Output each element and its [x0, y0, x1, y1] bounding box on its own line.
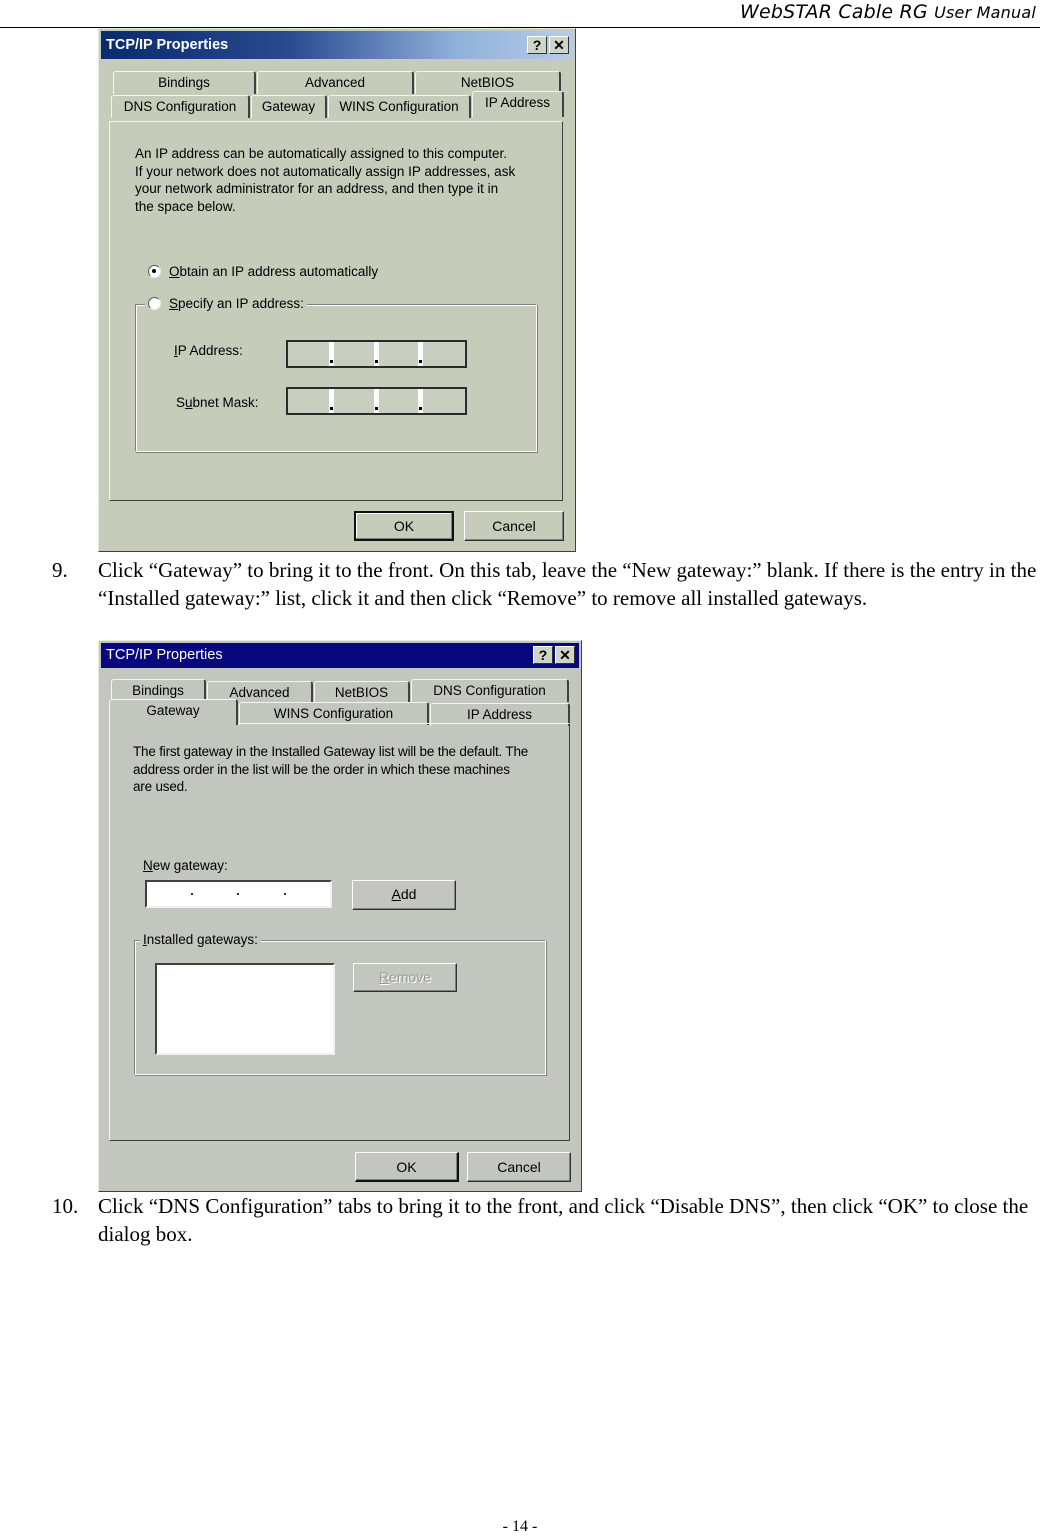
- new-gateway-input[interactable]: [145, 880, 332, 908]
- manual-title-main: WebSTAR Cable RG: [740, 1, 928, 23]
- help-button[interactable]: ?: [527, 36, 547, 54]
- radio-obtain-ip-automatically[interactable]: Obtain an IP address automatically: [148, 264, 378, 279]
- radio-button-unchecked[interactable]: [148, 297, 161, 310]
- ip-description: An IP address can be automatically assig…: [135, 146, 516, 214]
- ok-button[interactable]: OK: [354, 511, 454, 541]
- tab-gateway[interactable]: Gateway: [109, 699, 238, 725]
- ip-octet-separator: [284, 893, 286, 895]
- manual-title: WebSTAR Cable RG User Manual: [740, 1, 1036, 23]
- ip-address-field[interactable]: [286, 340, 467, 368]
- tab-netbios[interactable]: NetBIOS: [314, 681, 410, 704]
- tab-panel-gateway: The first gateway in the Installed Gatew…: [109, 723, 570, 1141]
- radio-specify-ip-address[interactable]: Specify an IP address:: [145, 296, 307, 311]
- help-icon: ?: [538, 647, 548, 663]
- close-button[interactable]: ✕: [555, 646, 575, 664]
- help-icon: ?: [532, 37, 542, 53]
- page-header: WebSTAR Cable RG User Manual: [0, 0, 1040, 28]
- help-button[interactable]: ?: [533, 646, 553, 664]
- ip-octet-separator: [374, 342, 379, 366]
- tab-dns-configuration[interactable]: DNS Configuration: [111, 95, 250, 118]
- page-number: - 14 -: [502, 1518, 538, 1535]
- step-number: 10.: [52, 1194, 79, 1218]
- remove-button[interactable]: Remove: [353, 963, 457, 992]
- close-icon: ✕: [559, 647, 571, 663]
- tab-wins-configuration[interactable]: WINS Configuration: [239, 702, 429, 725]
- radio-button-checked[interactable]: [148, 265, 161, 278]
- ip-octet-separator: [418, 342, 423, 366]
- dialog-titlebar: TCP/IP Properties ? ✕: [101, 31, 573, 59]
- tcpip-properties-dialog-gateway: TCP/IP Properties ? ✕ Bindings Advanced …: [98, 640, 582, 1192]
- tab-advanced[interactable]: Advanced: [257, 71, 414, 94]
- ip-octet-separator: [374, 389, 379, 413]
- ip-octet-separator: [329, 389, 334, 413]
- radio-specify-label: Specify an IP address:: [169, 296, 304, 311]
- step-10: 10. Click “DNS Configuration” tabs to br…: [52, 1192, 1037, 1248]
- radio-obtain-label: Obtain an IP address automatically: [169, 264, 379, 279]
- tcpip-properties-dialog-ip-address: TCP/IP Properties ? ✕ Bindings Advanced …: [98, 28, 576, 552]
- cancel-button[interactable]: Cancel: [467, 1152, 571, 1182]
- gateway-description: The first gateway in the Installed Gatew…: [133, 744, 529, 794]
- ip-octet-separator: [191, 893, 193, 895]
- tab-dns-configuration[interactable]: DNS Configuration: [411, 679, 569, 702]
- ok-button[interactable]: OK: [355, 1152, 459, 1182]
- new-gateway-label: New gateway:: [143, 858, 228, 873]
- close-icon: ✕: [553, 37, 565, 53]
- installed-gateways-list[interactable]: [155, 963, 335, 1055]
- step-text: Click “Gateway” to bring it to the front…: [98, 558, 1037, 610]
- step-number: 9.: [52, 558, 68, 582]
- dialog-titlebar: TCP/IP Properties ? ✕: [101, 643, 579, 668]
- dialog-title: TCP/IP Properties: [106, 37, 229, 53]
- manual-title-sub: User Manual: [934, 3, 1036, 22]
- installed-gateways-label: Installed gateways:: [140, 932, 261, 947]
- tab-gateway[interactable]: Gateway: [251, 95, 327, 118]
- subnet-mask-field[interactable]: [286, 387, 467, 415]
- ip-octet-separator: [237, 893, 239, 895]
- step-text: Click “DNS Configuration” tabs to bring …: [98, 1194, 1029, 1246]
- dialog-title: TCP/IP Properties: [106, 647, 223, 663]
- tab-ip-address[interactable]: IP Address: [472, 91, 564, 117]
- subnet-mask-label: Subnet Mask:: [176, 395, 259, 410]
- ip-octet-separator: [329, 342, 334, 366]
- cancel-button[interactable]: Cancel: [464, 511, 564, 541]
- add-button[interactable]: Add: [352, 880, 456, 910]
- tab-bindings[interactable]: Bindings: [113, 71, 256, 94]
- step-9: 9. Click “Gateway” to bring it to the fr…: [52, 556, 1037, 612]
- tab-panel-ip-address: An IP address can be automatically assig…: [109, 121, 563, 501]
- close-button[interactable]: ✕: [549, 36, 569, 54]
- ip-octet-separator: [418, 389, 423, 413]
- ip-address-label: IP Address:: [174, 343, 243, 358]
- tab-wins-configuration[interactable]: WINS Configuration: [328, 95, 471, 118]
- installed-gateways-groupbox: Remove: [134, 940, 546, 1075]
- specify-ip-groupbox: IP Address: Subnet Mask:: [135, 304, 537, 452]
